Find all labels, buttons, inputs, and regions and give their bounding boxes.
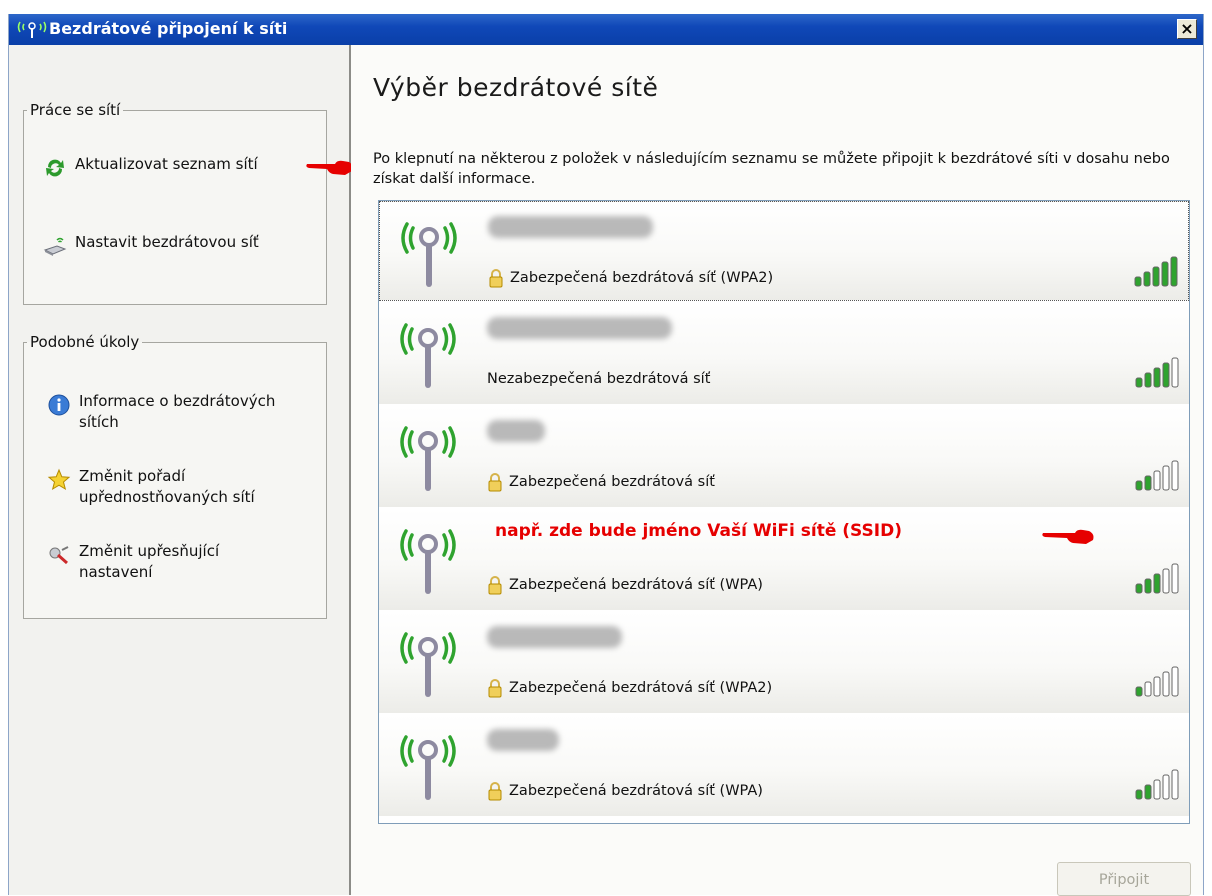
ssid-hidden: [487, 317, 672, 339]
network-item[interactable]: Nezabezpečená bezdrátová síť: [379, 303, 1189, 404]
signal-strength-icon: [1135, 357, 1179, 388]
pointing-hand-annotation-icon: [1042, 529, 1094, 544]
task-label: Změnit pořadí upřednostňovaných sítí: [79, 467, 255, 506]
network-item[interactable]: Zabezpečená bezdrátová síť (WPA2): [379, 201, 1189, 301]
security-label: Zabezpečená bezdrátová síť (WPA): [509, 577, 763, 593]
setup-wireless-icon: [43, 237, 67, 256]
ssid-annotation: např. zde bude jméno Vaší WiFi sítě (SSI…: [495, 521, 902, 541]
signal-strength-icon: [1134, 256, 1178, 287]
task-change-network-order[interactable]: Změnit pořadí upřednostňovaných sítí: [47, 466, 323, 508]
network-list[interactable]: Zabezpečená bezdrátová síť (WPA2) Nezabe…: [378, 200, 1190, 824]
network-tasks-title: Práce se sítí: [30, 101, 121, 119]
settings-icon: [49, 546, 69, 565]
security-label: Zabezpečená bezdrátová síť: [509, 474, 715, 490]
security-label: Zabezpečená bezdrátová síť (WPA2): [510, 270, 774, 286]
pointing-hand-annotation-icon: [306, 160, 353, 175]
task-label: Změnit upřesňující nastavení: [79, 542, 220, 581]
task-label: Nastavit bezdrátovou síť: [75, 233, 259, 251]
signal-strength-icon: [1135, 666, 1179, 697]
wireless-network-icon: [401, 222, 457, 287]
wireless-network-icon: [400, 735, 456, 800]
security-label: Zabezpečená bezdrátová síť (WPA2): [509, 680, 773, 696]
network-tasks-group: Práce se sítí: [23, 101, 327, 305]
star-icon: [47, 468, 71, 491]
lock-icon: [488, 576, 502, 595]
refresh-icon: [46, 159, 64, 177]
wireless-network-icon: [400, 632, 456, 697]
info-icon: [48, 394, 70, 416]
wireless-connection-window: Bezdrátové připojení k síti × Práce se s…: [8, 14, 1204, 896]
close-button[interactable]: ×: [1177, 19, 1197, 39]
task-advanced-settings[interactable]: Změnit upřesňující nastavení: [47, 541, 277, 583]
task-label: Informace o bezdrátových sítích: [79, 392, 276, 431]
connect-button[interactable]: Připojit: [1057, 862, 1191, 896]
network-item[interactable]: např. zde bude jméno Vaší WiFi sítě (SSI…: [379, 509, 1189, 610]
signal-strength-icon: [1135, 563, 1179, 594]
instructions-text: Po klepnutí na některou z položek v násl…: [373, 151, 1170, 187]
task-setup-wireless-network[interactable]: Nastavit bezdrátovou síť: [43, 232, 259, 258]
window-title: Bezdrátové připojení k síti: [49, 19, 288, 38]
wireless-antenna-icon: [17, 21, 47, 38]
security-label: Zabezpečená bezdrátová síť (WPA): [509, 783, 763, 799]
task-label: Aktualizovat seznam sítí: [75, 155, 258, 173]
ssid-hidden: [487, 626, 622, 648]
ssid-hidden: [487, 729, 559, 751]
wireless-network-icon: [400, 426, 456, 491]
security-label: Nezabezpečená bezdrátová síť: [487, 371, 711, 387]
page-title: Výběr bezdrátové sítě: [373, 73, 659, 102]
lock-icon: [489, 269, 503, 288]
wireless-network-icon: [400, 323, 456, 388]
network-item[interactable]: Zabezpečená bezdrátová síť (WPA): [379, 715, 1189, 816]
related-tasks-title: Podobné úkoly: [30, 333, 140, 351]
main-panel: Výběr bezdrátové sítě Po klepnutí na něk…: [351, 45, 1203, 896]
wireless-network-icon: [400, 529, 456, 594]
ssid-hidden: [488, 216, 653, 238]
network-item[interactable]: Zabezpečená bezdrátová síť: [379, 406, 1189, 507]
task-wireless-info[interactable]: Informace o bezdrátových sítích: [47, 391, 317, 433]
task-pane: Práce se sítí Aktualizovat seznam sítí N…: [9, 45, 353, 895]
lock-icon: [488, 782, 502, 801]
task-refresh-network-list[interactable]: Aktualizovat seznam sítí: [43, 154, 258, 180]
signal-strength-icon: [1135, 460, 1179, 491]
signal-strength-icon: [1135, 769, 1179, 800]
ssid-hidden: [487, 420, 545, 442]
title-bar: Bezdrátové připojení k síti ×: [9, 14, 1203, 45]
lock-icon: [488, 679, 502, 698]
lock-icon: [488, 473, 502, 492]
network-item[interactable]: Zabezpečená bezdrátová síť (WPA2): [379, 612, 1189, 713]
